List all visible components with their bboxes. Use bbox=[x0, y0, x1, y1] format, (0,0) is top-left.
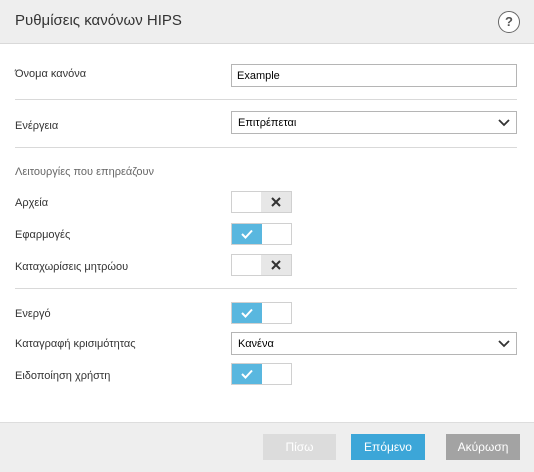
enabled-toggle[interactable] bbox=[231, 302, 292, 324]
dialog-header: Ρυθμίσεις κανόνων HIPS ? bbox=[0, 0, 534, 44]
check-icon bbox=[241, 308, 253, 318]
x-icon bbox=[271, 197, 281, 207]
toggle-on-knob bbox=[232, 224, 262, 244]
divider bbox=[15, 288, 517, 289]
notify-user-toggle[interactable] bbox=[231, 363, 292, 385]
rule-name-label: Όνομα κανόνα bbox=[15, 68, 87, 80]
cancel-button[interactable]: Ακύρωση bbox=[446, 434, 520, 460]
chevron-down-icon bbox=[498, 340, 510, 348]
dialog-title: Ρυθμίσεις κανόνων HIPS bbox=[15, 12, 182, 29]
enabled-label: Ενεργό bbox=[15, 308, 51, 320]
action-value: Επιτρέπεται bbox=[238, 117, 297, 129]
question-mark-icon: ? bbox=[505, 14, 513, 29]
toggle-on-knob bbox=[232, 303, 262, 323]
toggle-off-knob bbox=[261, 192, 291, 212]
chevron-down-icon bbox=[498, 119, 510, 127]
log-severity-dropdown[interactable]: Κανένα bbox=[231, 332, 517, 355]
apps-toggle[interactable] bbox=[231, 223, 292, 245]
divider bbox=[15, 99, 517, 100]
log-severity-label: Καταγραφή κρισιμότητας bbox=[15, 338, 136, 350]
notify-user-label: Ειδοποίηση χρήστη bbox=[15, 370, 111, 382]
rule-name-input[interactable] bbox=[231, 64, 517, 87]
help-button[interactable]: ? bbox=[498, 11, 520, 33]
registry-toggle[interactable] bbox=[231, 254, 292, 276]
action-label: Ενέργεια bbox=[15, 120, 59, 132]
toggle-on-knob bbox=[232, 364, 262, 384]
toggle-off-knob bbox=[261, 255, 291, 275]
affected-operations-title: Λειτουργίες που επηρεάζουν bbox=[15, 166, 154, 178]
action-dropdown[interactable]: Επιτρέπεται bbox=[231, 111, 517, 134]
back-button[interactable]: Πίσω bbox=[263, 434, 336, 460]
check-icon bbox=[241, 369, 253, 379]
dialog-footer: Πίσω Επόμενο Ακύρωση bbox=[0, 422, 534, 472]
divider bbox=[15, 147, 517, 148]
dialog-content: Όνομα κανόνα Ενέργεια Επιτρέπεται Λειτου… bbox=[0, 44, 534, 422]
hips-rule-settings-dialog: Ρυθμίσεις κανόνων HIPS ? Όνομα κανόνα Εν… bbox=[0, 0, 534, 472]
files-toggle[interactable] bbox=[231, 191, 292, 213]
log-severity-value: Κανένα bbox=[238, 338, 274, 350]
files-label: Αρχεία bbox=[15, 197, 49, 209]
x-icon bbox=[271, 260, 281, 270]
next-button[interactable]: Επόμενο bbox=[351, 434, 425, 460]
apps-label: Εφαρμογές bbox=[15, 229, 71, 241]
registry-label: Καταχωρίσεις μητρώου bbox=[15, 261, 129, 273]
check-icon bbox=[241, 229, 253, 239]
